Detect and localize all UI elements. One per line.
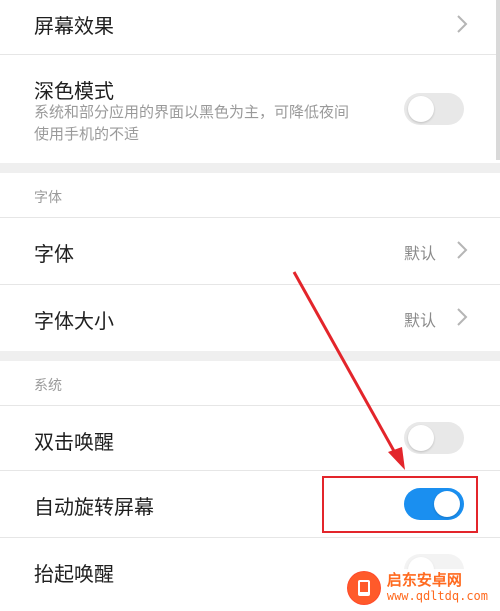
chevron-right-icon xyxy=(457,241,468,259)
settings-item-screen-effect[interactable]: 屏幕效果 xyxy=(0,0,500,54)
settings-item-label: 抬起唤醒 xyxy=(34,562,114,586)
toggle-knob xyxy=(408,96,434,122)
watermark-logo-icon xyxy=(346,571,381,605)
double-tap-wake-toggle[interactable] xyxy=(404,422,464,454)
watermark-url: www.qdltdq.com xyxy=(386,589,488,603)
section-header: 字体 xyxy=(34,190,62,206)
settings-item-description: 系统和部分应用的界面以黑色为主，可降低夜间 使用手机的不适 xyxy=(34,101,394,145)
settings-item-label: 双击唤醒 xyxy=(34,430,114,454)
section-gap xyxy=(0,351,500,361)
section-system: 系统 xyxy=(0,361,500,405)
settings-item-label: 屏幕效果 xyxy=(34,14,114,38)
scrollbar[interactable] xyxy=(496,0,500,160)
settings-item-value: 默认 xyxy=(404,244,437,263)
dark-mode-toggle[interactable] xyxy=(404,93,464,125)
settings-item-dark-mode[interactable]: 深色模式 系统和部分应用的界面以黑色为主，可降低夜间 使用手机的不适 xyxy=(0,55,500,163)
annotation-highlight-box xyxy=(322,476,478,533)
chevron-right-icon xyxy=(457,15,468,33)
toggle-knob xyxy=(408,425,434,451)
section-gap xyxy=(0,163,500,173)
settings-item-label: 字体 xyxy=(34,242,74,266)
section-header: 系统 xyxy=(34,378,62,394)
description-line: 使用手机的不适 xyxy=(34,125,140,143)
settings-item-double-tap-wake[interactable]: 双击唤醒 xyxy=(0,406,500,470)
settings-item-label: 自动旋转屏幕 xyxy=(34,495,154,519)
settings-item-label: 深色模式 xyxy=(34,79,114,103)
watermark-text: 启东安卓网 www.qdltdq.com xyxy=(387,572,488,604)
settings-item-value: 默认 xyxy=(404,311,437,330)
watermark-title: 启东安卓网 xyxy=(386,571,462,589)
settings-item-font[interactable]: 字体 默认 xyxy=(0,218,500,284)
section-font: 字体 xyxy=(0,173,500,217)
watermark: 启东安卓网 www.qdltdq.com xyxy=(340,569,494,607)
description-line: 系统和部分应用的界面以黑色为主，可降低夜间 xyxy=(34,103,350,121)
chevron-right-icon xyxy=(457,308,468,326)
settings-item-label: 字体大小 xyxy=(34,309,114,333)
settings-item-font-size[interactable]: 字体大小 默认 xyxy=(0,285,500,351)
